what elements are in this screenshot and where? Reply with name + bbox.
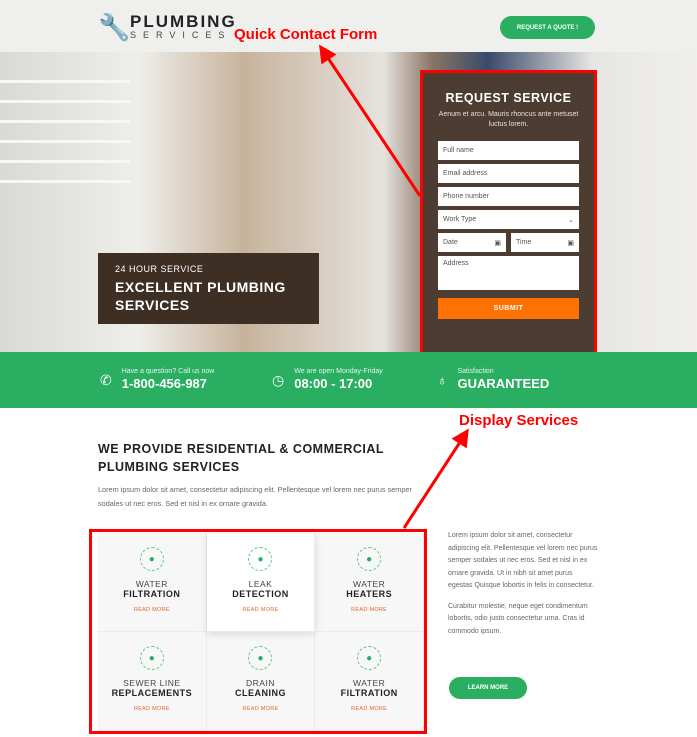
arrow-form xyxy=(319,44,422,197)
water-drop-icon: ● xyxy=(248,547,273,571)
service-line2: DETECTION xyxy=(232,589,289,599)
service-card[interactable]: ● LEAK DETECTION READ MORE xyxy=(206,533,316,632)
service-line1: LEAK xyxy=(248,579,273,589)
read-more-link[interactable]: READ MORE xyxy=(242,607,278,613)
annotation-arrows xyxy=(319,44,469,529)
arrow-services xyxy=(402,428,469,529)
